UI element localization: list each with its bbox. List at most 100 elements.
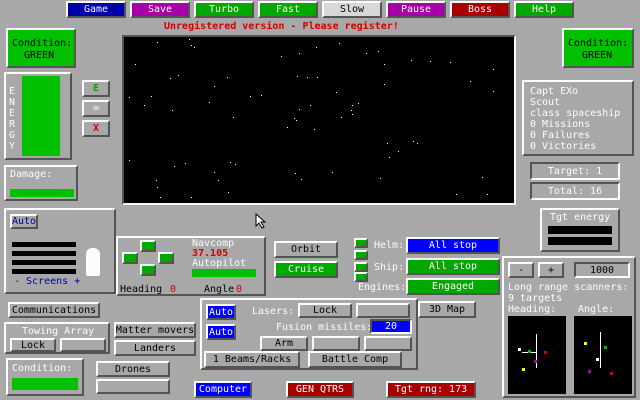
star [190, 44, 192, 46]
viewscreen[interactable] [122, 35, 516, 205]
condition-left-label: Condition: [12, 38, 73, 49]
scanner-plus-button[interactable]: + [538, 262, 564, 278]
screens-label[interactable]: - Screens + [14, 276, 80, 287]
battle-comp-button[interactable]: Battle Comp [308, 351, 402, 368]
engines-value[interactable]: Engaged [406, 278, 500, 295]
star [156, 179, 158, 181]
gen-qtrs-button[interactable]: GEN QTRS [286, 381, 354, 398]
ship-up-button[interactable] [354, 262, 368, 272]
star [280, 56, 282, 58]
damage-label: Damage: [10, 169, 53, 180]
computer-button[interactable]: Computer [194, 381, 252, 398]
fusion-extra-button[interactable] [364, 336, 412, 351]
energy-bar [22, 76, 60, 156]
star [379, 178, 381, 180]
star [250, 96, 252, 98]
lasers-auto-button[interactable]: Auto [206, 304, 236, 320]
infinity-button[interactable]: ∞ [82, 100, 110, 117]
nav-up-button[interactable] [140, 240, 156, 252]
scanner-blip [522, 368, 525, 371]
lasers-label: Lasers: [252, 306, 295, 317]
beams-racks-button[interactable]: 1 Beams/Racks [204, 351, 300, 368]
captain-victories: 0 Victories [530, 141, 597, 152]
star [233, 117, 235, 119]
scanner-range: 1000 [574, 262, 630, 278]
mouse-cursor-icon [255, 213, 267, 229]
orbit-button[interactable]: Orbit [274, 241, 338, 258]
close-button[interactable]: X [82, 120, 110, 137]
star [170, 78, 172, 80]
fusion-auto-button[interactable]: Auto [206, 324, 236, 340]
ship-value[interactable]: All stop [406, 258, 500, 275]
scanner-blip [518, 348, 521, 351]
star [412, 141, 414, 143]
menu-fast[interactable]: Fast [258, 1, 318, 18]
star [227, 76, 229, 78]
drones-deploy-button[interactable] [96, 379, 170, 394]
star [378, 51, 380, 53]
menu-help[interactable]: Help [514, 1, 574, 18]
star [184, 162, 186, 164]
star [193, 47, 195, 48]
helm-up-button[interactable] [354, 238, 368, 248]
star [341, 116, 343, 118]
cruise-button[interactable]: Cruise [274, 261, 338, 278]
towing-panel: Towing Array Lock [4, 322, 110, 354]
star [150, 95, 152, 97]
fusion-arm-button[interactable]: Arm [260, 336, 308, 351]
scanner-blip [544, 351, 547, 354]
scanner-targets: 9 targets [508, 293, 563, 304]
nav-right-button[interactable] [158, 252, 174, 264]
helm-value[interactable]: All stop [406, 237, 500, 254]
helm-down-button[interactable] [354, 250, 368, 260]
star [492, 90, 494, 92]
captain-class: class spaceship [530, 108, 621, 119]
star [156, 187, 158, 189]
star [387, 142, 389, 144]
shield-button[interactable]: E [82, 80, 110, 97]
target-current[interactable]: Target: 1 [530, 162, 620, 180]
energy-label: ENERGY [9, 86, 16, 152]
menu-game[interactable]: Game [66, 1, 126, 18]
3d-map-button[interactable]: 3D Map [418, 301, 476, 318]
nav-down-button[interactable] [140, 264, 156, 276]
menu-boss[interactable]: Boss [450, 1, 510, 18]
star [294, 173, 296, 175]
star [160, 197, 162, 199]
towing-lock-button[interactable]: Lock [10, 338, 56, 352]
star [189, 39, 191, 41]
menu-slow[interactable]: Slow [322, 1, 382, 18]
fusion-count: 20 [370, 319, 412, 334]
lasers-fire-button[interactable] [356, 303, 410, 318]
towing-release-button[interactable] [60, 338, 106, 352]
star [317, 76, 319, 78]
nav-left-button[interactable] [122, 252, 138, 264]
captain-failures: 0 Failures [530, 130, 591, 141]
screen-bar [12, 269, 76, 274]
star [229, 161, 231, 163]
menu-pause[interactable]: Pause [386, 1, 446, 18]
matter-movers-button[interactable]: Matter movers [114, 322, 196, 338]
screens-auto-button[interactable]: Auto [10, 214, 38, 229]
fusion-fire-button[interactable] [312, 336, 360, 351]
star [397, 150, 399, 152]
star [228, 192, 230, 194]
communications-button[interactable]: Communications [8, 302, 100, 318]
screen-bar [12, 242, 76, 247]
tgt-energy-panel: Tgt energy [540, 208, 620, 252]
scanner-angle-display [574, 316, 632, 394]
star [261, 95, 263, 96]
ship-icon [86, 248, 100, 276]
lasers-lock-button[interactable]: Lock [298, 303, 352, 318]
ship-down-button[interactable] [354, 272, 368, 282]
landers-button[interactable]: Landers [114, 340, 196, 356]
condition-right-label: Condition: [568, 38, 629, 49]
scanner-minus-button[interactable]: - [508, 262, 534, 278]
star [411, 60, 413, 62]
star [492, 69, 494, 71]
menu-turbo[interactable]: Turbo [194, 1, 254, 18]
menu-save[interactable]: Save [130, 1, 190, 18]
drones-button[interactable]: Drones [96, 361, 170, 377]
screens-panel: Auto - Screens + [4, 208, 116, 294]
condition-right-value: GREEN [582, 50, 613, 61]
